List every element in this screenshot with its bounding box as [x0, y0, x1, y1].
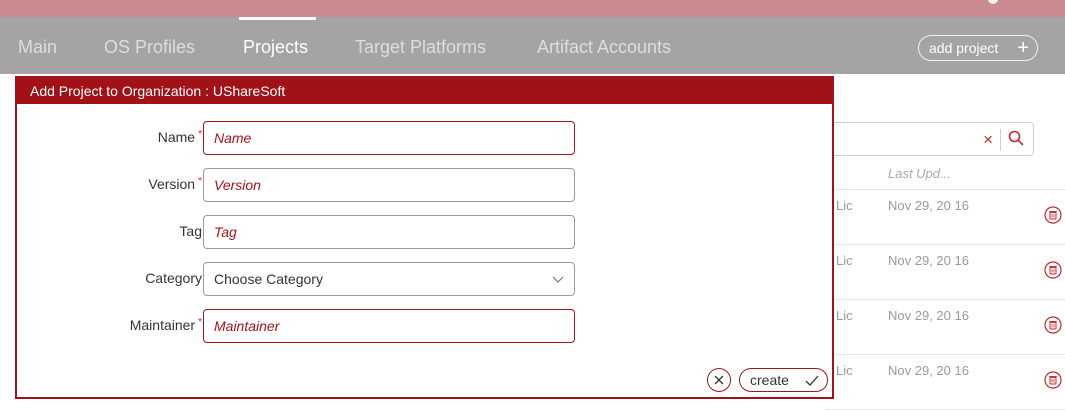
tag-row: Tag	[17, 215, 832, 249]
tag-label: Tag	[179, 223, 202, 239]
table-row[interactable]: Lic Nov 29, 20 16	[826, 300, 1065, 355]
license-cell: Lic	[836, 198, 853, 213]
tab-artifact-accounts[interactable]: Artifact Accounts	[537, 37, 671, 58]
trash-icon[interactable]	[1044, 261, 1062, 279]
maintainer-row: Maintainer *	[17, 309, 832, 343]
version-input[interactable]	[203, 168, 575, 202]
category-selected-value: Choose Category	[214, 271, 323, 287]
add-project-dialog: Add Project to Organization : UShareSoft…	[15, 76, 834, 399]
category-label: Category	[145, 270, 202, 286]
tag-input[interactable]	[203, 215, 575, 249]
chevron-down-icon	[552, 276, 564, 283]
required-marker: *	[198, 129, 202, 140]
add-project-label: add project	[929, 40, 999, 56]
date-cell: Nov 29, 20 16	[888, 363, 969, 378]
date-cell: Nov 29, 20 16	[888, 198, 969, 213]
add-project-button[interactable]: add project +	[918, 35, 1038, 61]
trash-icon[interactable]	[1044, 206, 1062, 224]
name-row: Name *	[17, 121, 832, 155]
dialog-title: Add Project to Organization : UShareSoft	[17, 78, 832, 104]
license-cell: Lic	[836, 363, 853, 378]
table-row[interactable]: Lic Nov 29, 20 16	[826, 355, 1065, 410]
main-nav: Main OS Profiles Projects Target Platfor…	[0, 17, 1065, 74]
table-row[interactable]: Lic Nov 29, 20 16	[826, 245, 1065, 300]
clear-search-icon[interactable]: ×	[983, 130, 993, 150]
tab-os-profiles[interactable]: OS Profiles	[104, 37, 195, 58]
trash-icon[interactable]	[1044, 316, 1062, 334]
version-label: Version *	[148, 176, 202, 192]
date-cell: Nov 29, 20 16	[888, 253, 969, 268]
required-marker: *	[198, 176, 202, 187]
create-label: create	[750, 372, 789, 388]
search-icon[interactable]	[1007, 129, 1025, 147]
required-marker: *	[198, 317, 202, 328]
column-header-last-updated[interactable]: Last Upd...	[888, 166, 951, 181]
version-row: Version *	[17, 168, 832, 202]
category-select[interactable]: Choose Category	[203, 262, 575, 296]
plus-icon: +	[1017, 37, 1029, 59]
tab-target-platforms[interactable]: Target Platforms	[355, 37, 486, 58]
category-row: Category Choose Category	[17, 262, 832, 296]
top-strip	[0, 0, 1065, 17]
trash-icon[interactable]	[1044, 371, 1062, 389]
date-cell: Nov 29, 20 16	[888, 308, 969, 323]
maintainer-label: Maintainer *	[129, 317, 202, 333]
check-icon	[805, 375, 819, 386]
user-menu-indicator[interactable]	[988, 0, 998, 4]
cancel-button[interactable]	[707, 368, 731, 392]
table-row[interactable]: Lic Nov 29, 20 16	[826, 190, 1065, 245]
search-divider	[1000, 129, 1001, 151]
active-tab-indicator	[239, 17, 316, 20]
name-label: Name *	[157, 129, 202, 145]
maintainer-input[interactable]	[203, 309, 575, 343]
license-cell: Lic	[836, 308, 853, 323]
close-icon	[714, 375, 724, 385]
create-button[interactable]: create	[739, 368, 828, 392]
project-search-input[interactable]: ×	[825, 122, 1034, 156]
tab-main[interactable]: Main	[18, 37, 57, 58]
license-cell: Lic	[836, 253, 853, 268]
name-input[interactable]	[203, 121, 575, 155]
tab-projects[interactable]: Projects	[243, 37, 308, 58]
